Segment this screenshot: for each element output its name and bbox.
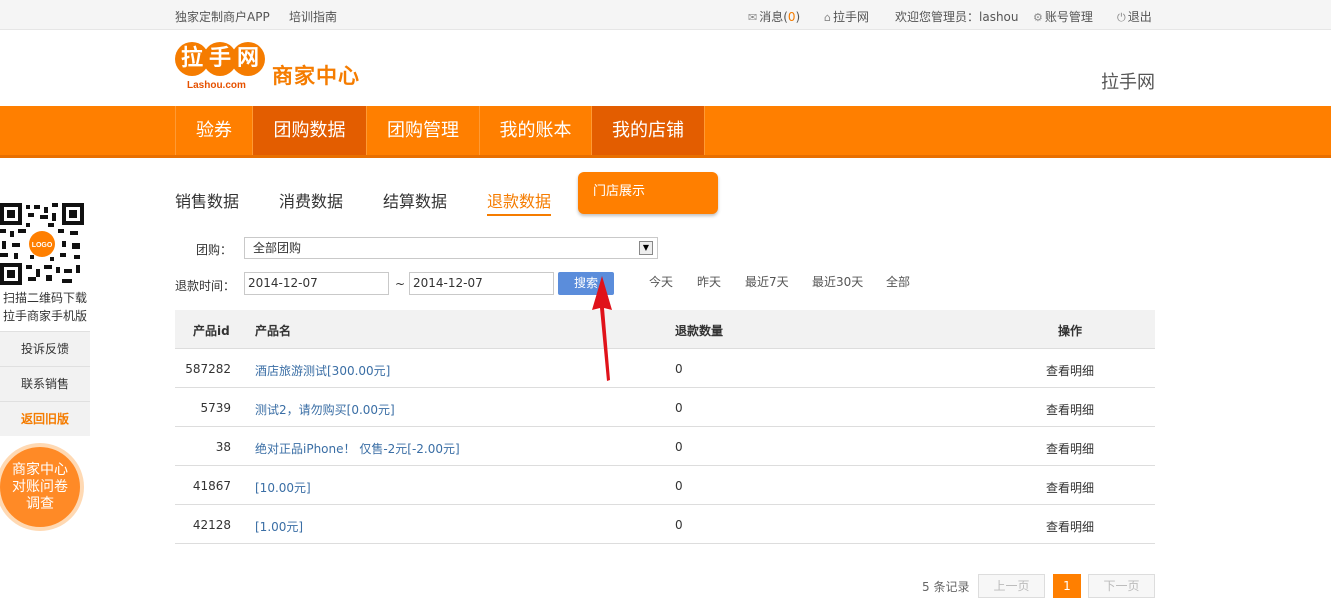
col-header-refund-qty: 退款数量 bbox=[675, 324, 724, 338]
date-separator: ~ bbox=[395, 277, 406, 291]
store-dropdown-item-store-display[interactable]: 门店展示 bbox=[578, 172, 718, 214]
table-row: 42128 [1.00元] 0 查看明细 bbox=[175, 505, 1155, 544]
row-view-details-link[interactable]: 查看明细 bbox=[1046, 401, 1094, 418]
account-settings-label: 账号管理 bbox=[1044, 10, 1093, 24]
row-product-id: 42128 bbox=[192, 518, 231, 532]
messages-link[interactable]: ✉ 消息(0) bbox=[748, 8, 800, 25]
row-product-name-link[interactable]: 测试2，请勿购买[0.00元] bbox=[255, 401, 395, 418]
col-header-id: 产品id bbox=[193, 324, 230, 338]
table-row: 41867 [10.00元] 0 查看明细 bbox=[175, 466, 1155, 505]
row-product-name-link[interactable]: 绝对正品iPhone！ 仅售-2元[-2.00元] bbox=[255, 440, 460, 457]
main-nav: 验券 团购数据 团购管理 我的账本 我的店铺 bbox=[0, 106, 1331, 158]
prev-page-button[interactable]: 上一页 bbox=[978, 574, 1045, 598]
qr-code-image: LOGO bbox=[0, 203, 84, 285]
tab-refund-data[interactable]: 退款数据 bbox=[487, 188, 552, 216]
group-select-value: 全部团购 bbox=[253, 241, 302, 255]
row-view-details-link[interactable]: 查看明细 bbox=[1046, 518, 1094, 535]
table-row: 587282 酒店旅游测试[300.00元] 0 查看明细 bbox=[175, 349, 1155, 388]
training-guide-link[interactable]: 培训指南 bbox=[289, 8, 337, 25]
table-row: 5739 测试2，请勿购买[0.00元] 0 查看明细 bbox=[175, 388, 1155, 427]
nav-item-my-store[interactable]: 我的店铺 bbox=[591, 106, 704, 155]
group-label: 团购： bbox=[196, 243, 233, 257]
nav-item-group-data[interactable]: 团购数据 bbox=[252, 106, 366, 155]
survey-line-3: 调查 bbox=[26, 496, 54, 512]
logout-link[interactable]: ⏻ 退出 bbox=[1117, 8, 1152, 25]
row-product-name-link[interactable]: [1.00元] bbox=[255, 518, 303, 535]
nav-divider bbox=[704, 106, 705, 155]
qr-center-logo: LOGO bbox=[32, 242, 53, 249]
row-refund-qty: 0 bbox=[675, 401, 683, 415]
col-header-action: 操作 bbox=[1058, 324, 1083, 338]
nav-item-ledger[interactable]: 我的账本 bbox=[479, 106, 591, 155]
survey-line-2: 对账问卷 bbox=[12, 479, 68, 495]
tab-settlement-data[interactable]: 结算数据 bbox=[383, 188, 447, 212]
nav-item-group-manage[interactable]: 团购管理 bbox=[366, 106, 479, 155]
row-product-name-link[interactable]: 酒店旅游测试[300.00元] bbox=[255, 362, 390, 379]
annotation-arrow-icon bbox=[592, 276, 612, 381]
quick-filter-all[interactable]: 全部 bbox=[886, 273, 910, 290]
row-product-id: 41867 bbox=[192, 479, 231, 493]
account-settings-link[interactable]: ⚙ 账号管理 bbox=[1033, 8, 1093, 25]
logo-char-3: 网 bbox=[231, 42, 265, 76]
row-view-details-link[interactable]: 查看明细 bbox=[1046, 479, 1094, 496]
lashou-home-link[interactable]: ⌂ 拉手网 bbox=[824, 8, 869, 25]
quick-filter-30days[interactable]: 最近30天 bbox=[812, 273, 863, 290]
nav-item-verify[interactable]: 验券 bbox=[175, 106, 252, 155]
survey-badge-button[interactable]: 商家中心 对账问卷 调查 bbox=[0, 447, 80, 527]
row-refund-qty: 0 bbox=[675, 440, 683, 454]
page-title: 商家中心 bbox=[272, 64, 360, 88]
end-date-input[interactable]: 2014-12-07 bbox=[409, 272, 554, 295]
col-header-name: 产品名 bbox=[255, 324, 292, 338]
lashou-home-label: 拉手网 bbox=[832, 10, 869, 24]
power-icon: ⏻ bbox=[1117, 11, 1126, 24]
feedback-button[interactable]: 投诉反馈 bbox=[0, 331, 90, 366]
logout-label: 退出 bbox=[1127, 10, 1152, 24]
row-product-id: 5739 bbox=[200, 401, 231, 415]
messages-count: 0 bbox=[787, 10, 796, 24]
row-product-id: 38 bbox=[215, 440, 231, 454]
row-product-id: 587282 bbox=[185, 362, 231, 376]
current-page-button[interactable]: 1 bbox=[1053, 574, 1081, 598]
row-view-details-link[interactable]: 查看明细 bbox=[1046, 362, 1094, 379]
welcome-text: 欢迎您管理员：lashou bbox=[895, 10, 1019, 24]
logo-subtitle: Lashou.com bbox=[187, 80, 246, 91]
survey-line-1: 商家中心 bbox=[12, 462, 68, 478]
mail-icon: ✉ bbox=[748, 11, 758, 24]
table-row: 38 绝对正品iPhone！ 仅售-2元[-2.00元] 0 查看明细 bbox=[175, 427, 1155, 466]
header-site-name: 拉手网 bbox=[1101, 72, 1155, 93]
old-version-button[interactable]: 返回旧版 bbox=[0, 401, 90, 436]
start-date-input[interactable]: 2014-12-07 bbox=[244, 272, 389, 295]
qr-caption-line-2: 拉手商家手机版 bbox=[2, 309, 87, 323]
row-refund-qty: 0 bbox=[675, 362, 683, 376]
row-product-name-link[interactable]: [10.00元] bbox=[255, 479, 311, 496]
table-header: 产品id 产品名 退款数量 操作 bbox=[175, 310, 1155, 349]
next-page-button[interactable]: 下一页 bbox=[1088, 574, 1155, 598]
logo[interactable]: 拉 手 网 bbox=[175, 42, 265, 82]
row-refund-qty: 0 bbox=[675, 518, 683, 532]
refund-time-label: 退款时间： bbox=[175, 279, 236, 293]
merchant-app-link[interactable]: 独家定制商户APP bbox=[175, 8, 270, 25]
group-select[interactable]: 全部团购 ▼ bbox=[244, 237, 658, 259]
messages-close: ) bbox=[795, 10, 801, 24]
qr-caption-line-1: 扫描二维码下载 bbox=[2, 291, 87, 305]
tab-consumption-data[interactable]: 消费数据 bbox=[279, 188, 343, 212]
dropdown-arrow-icon[interactable]: ▼ bbox=[639, 241, 653, 255]
top-bar: 独家定制商户APP 培训指南 ✉ 消息(0) ⌂ 拉手网 欢迎您管理员：lashou… bbox=[0, 0, 1331, 30]
row-view-details-link[interactable]: 查看明细 bbox=[1046, 440, 1094, 457]
row-refund-qty: 0 bbox=[675, 479, 683, 493]
gear-icon: ⚙ bbox=[1033, 11, 1043, 24]
quick-filter-today[interactable]: 今天 bbox=[649, 273, 673, 290]
record-count: 5 条记录 bbox=[922, 580, 970, 594]
home-icon: ⌂ bbox=[824, 11, 831, 24]
contact-sales-button[interactable]: 联系销售 bbox=[0, 366, 90, 401]
tab-sales-data[interactable]: 销售数据 bbox=[175, 188, 239, 212]
quick-filter-7days[interactable]: 最近7天 bbox=[745, 273, 789, 290]
quick-filter-yesterday[interactable]: 昨天 bbox=[697, 273, 721, 290]
messages-label: 消息( bbox=[759, 10, 788, 24]
